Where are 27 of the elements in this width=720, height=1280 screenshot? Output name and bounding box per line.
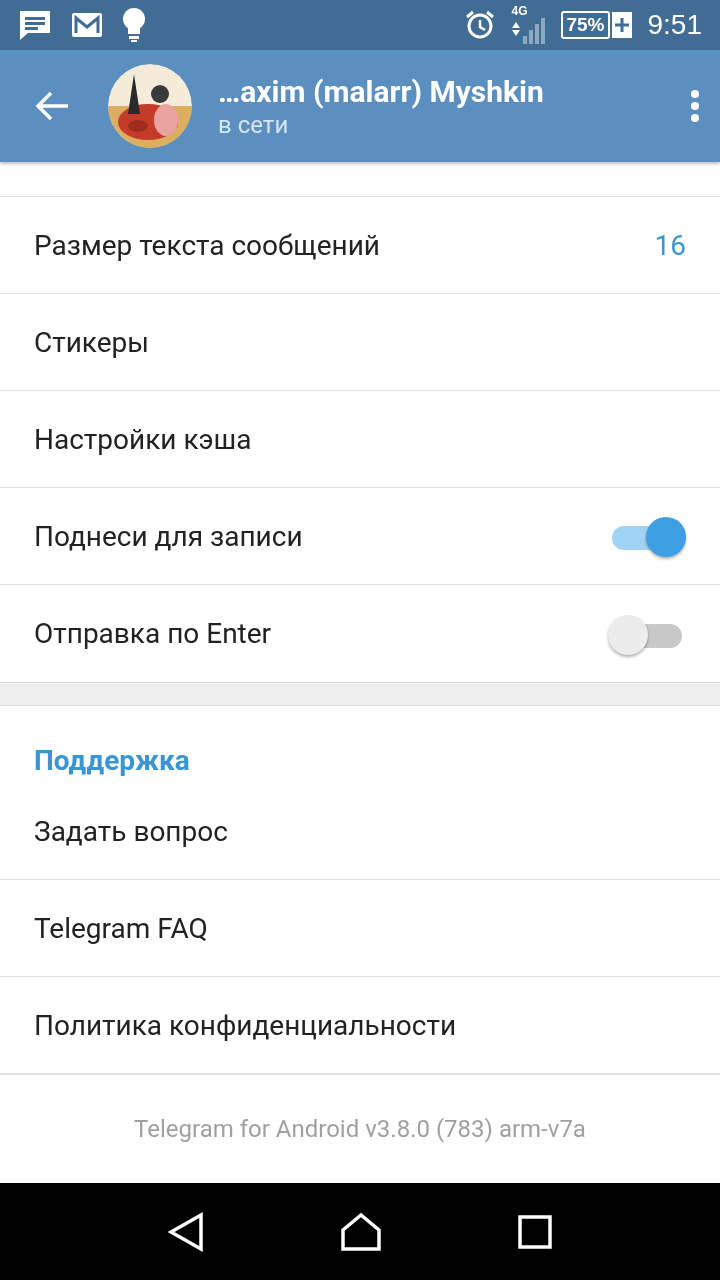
mail-icon <box>72 13 102 37</box>
setting-label[interactable]: Размер текста сообщений <box>34 228 655 262</box>
recent-apps-icon[interactable] <box>518 1214 552 1249</box>
setting-label: Отправка по Enter <box>34 617 273 650</box>
battery-level: 75% <box>561 11 610 39</box>
setting-value: 16 <box>654 228 686 262</box>
section-title: Поддержка <box>33 743 191 779</box>
setting-label[interactable]: Telegram FAQ <box>34 911 686 945</box>
network-type: 4G <box>511 4 528 18</box>
clock-time: 9:51 <box>647 9 702 41</box>
online-status: в сети <box>218 110 290 139</box>
home-icon[interactable] <box>340 1211 382 1252</box>
chat-title: …axim (malarr) Myshkin <box>218 73 545 109</box>
setting-label[interactable]: Стикеры <box>34 325 686 359</box>
alarm-clock-icon <box>465 10 496 40</box>
version-info: Telegram for Android v3.8.0 (783) arm-v7a <box>134 1115 586 1145</box>
setting-label[interactable]: Настройки кэша <box>34 422 686 456</box>
more-options-button[interactable] <box>690 89 700 123</box>
back-button[interactable] <box>34 90 70 122</box>
signal-icon <box>511 18 546 44</box>
setting-label: Поднеси для записи <box>34 519 304 553</box>
setting-label[interactable]: Задать вопрос <box>34 814 686 848</box>
message-icon <box>18 9 52 41</box>
back-nav-icon[interactable] <box>168 1211 204 1252</box>
lightbulb-icon <box>122 8 146 42</box>
charging-icon <box>611 12 632 38</box>
setting-label[interactable]: Политика конфиденциальности <box>34 1008 686 1042</box>
